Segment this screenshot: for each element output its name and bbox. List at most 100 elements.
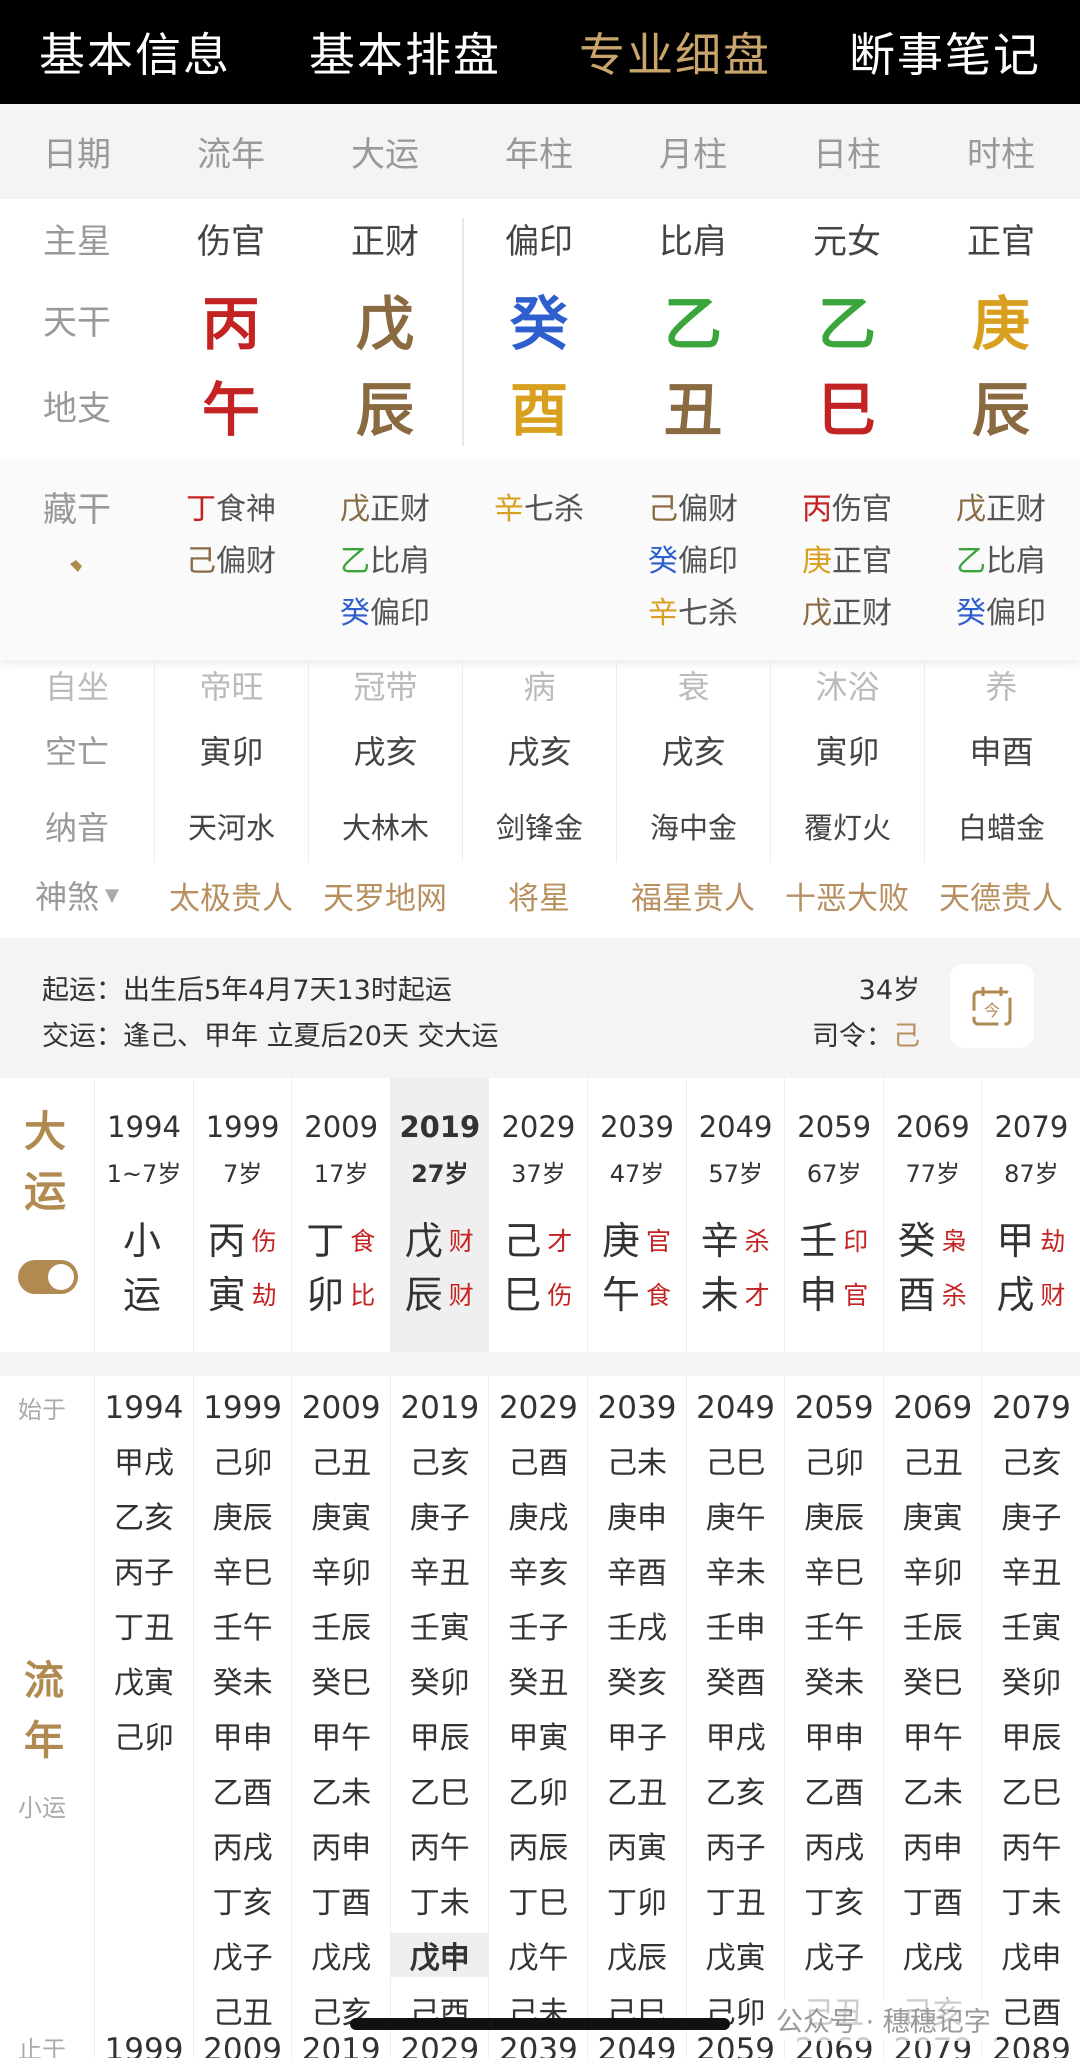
annual-ganzhi[interactable]: 乙巳 bbox=[982, 1768, 1080, 1812]
annual-ganzhi[interactable]: 壬寅 bbox=[982, 1603, 1080, 1647]
annual-ganzhi[interactable]: 己酉 bbox=[489, 1438, 587, 1482]
earthly-branch[interactable]: 辰 bbox=[924, 362, 1078, 448]
annual-ganzhi[interactable]: 乙卯 bbox=[489, 1768, 587, 1812]
annual-ganzhi[interactable]: 癸未 bbox=[785, 1658, 883, 1702]
tab-basic-info[interactable]: 基本信息 bbox=[0, 0, 270, 104]
annual-ganzhi[interactable]: 乙亥 bbox=[95, 1493, 193, 1537]
annual-ganzhi[interactable]: 庚辰 bbox=[194, 1493, 292, 1537]
annual-ganzhi[interactable]: 辛卯 bbox=[292, 1548, 390, 1592]
annual-ganzhi[interactable]: 丙子 bbox=[95, 1548, 193, 1592]
heavenly-stem[interactable]: 庚 bbox=[924, 276, 1078, 362]
tab-professional-chart[interactable]: 专业细盘 bbox=[540, 0, 810, 104]
annual-ganzhi[interactable]: 辛丑 bbox=[391, 1548, 489, 1592]
annual-ganzhi[interactable]: 丁巳 bbox=[489, 1878, 587, 1922]
earthly-branch[interactable]: 辰 bbox=[308, 362, 462, 448]
annual-ganzhi[interactable]: 己亥 bbox=[982, 1438, 1080, 1482]
shensha-value[interactable]: 太极贵人 bbox=[154, 862, 308, 928]
annual-ganzhi[interactable]: 乙亥 bbox=[687, 1768, 785, 1812]
shensha-toggle[interactable]: 神煞 ▼ bbox=[0, 862, 154, 928]
annual-ganzhi[interactable]: 辛丑 bbox=[982, 1548, 1080, 1592]
annual-ganzhi[interactable]: 乙酉 bbox=[785, 1768, 883, 1812]
annual-ganzhi[interactable]: 乙未 bbox=[292, 1768, 390, 1812]
annual-ganzhi[interactable]: 壬辰 bbox=[292, 1603, 390, 1647]
annual-ganzhi[interactable]: 壬子 bbox=[489, 1603, 587, 1647]
annual-ganzhi[interactable]: 戊午 bbox=[489, 1933, 587, 1977]
annual-ganzhi[interactable]: 壬申 bbox=[687, 1603, 785, 1647]
annual-ganzhi[interactable]: 庚寅 bbox=[292, 1493, 390, 1537]
annual-ganzhi[interactable]: 癸卯 bbox=[982, 1658, 1080, 1702]
earthly-branch[interactable]: 丑 bbox=[616, 362, 770, 448]
annual-ganzhi[interactable]: 丙申 bbox=[884, 1823, 982, 1867]
annual-ganzhi[interactable]: 丁丑 bbox=[687, 1878, 785, 1922]
annual-ganzhi[interactable]: 甲午 bbox=[292, 1713, 390, 1757]
annual-ganzhi[interactable]: 辛未 bbox=[687, 1548, 785, 1592]
heavenly-stem[interactable]: 戊 bbox=[308, 276, 462, 362]
tab-notes[interactable]: 断事笔记 bbox=[810, 0, 1080, 104]
annual-ganzhi[interactable]: 辛亥 bbox=[489, 1548, 587, 1592]
annual-ganzhi[interactable]: 戊申 bbox=[390, 1933, 489, 1977]
heavenly-stem[interactable]: 乙 bbox=[616, 276, 770, 362]
major-luck-column[interactable]: 2039 47岁庚午官食 bbox=[587, 1078, 685, 1352]
annual-ganzhi[interactable]: 己丑 bbox=[292, 1438, 390, 1482]
shensha-value[interactable]: 天德贵人 bbox=[924, 862, 1078, 928]
annual-ganzhi[interactable]: 壬寅 bbox=[391, 1603, 489, 1647]
annual-ganzhi[interactable]: 癸巳 bbox=[292, 1658, 390, 1702]
annual-ganzhi[interactable]: 甲申 bbox=[194, 1713, 292, 1757]
annual-ganzhi[interactable]: 戊子 bbox=[785, 1933, 883, 1977]
annual-ganzhi[interactable]: 丁酉 bbox=[884, 1878, 982, 1922]
shensha-value[interactable]: 天罗地网 bbox=[308, 862, 462, 928]
annual-ganzhi[interactable]: 戊辰 bbox=[588, 1933, 686, 1977]
annual-ganzhi[interactable]: 己巳 bbox=[687, 1438, 785, 1482]
major-luck-column[interactable]: 2019 27岁戊辰财财 bbox=[389, 1078, 488, 1352]
annual-ganzhi[interactable]: 丙戌 bbox=[194, 1823, 292, 1867]
major-luck-column[interactable]: 2009 17岁丁卯食比 bbox=[291, 1078, 389, 1352]
annual-ganzhi[interactable]: 丁丑 bbox=[95, 1603, 193, 1647]
annual-ganzhi[interactable]: 壬午 bbox=[785, 1603, 883, 1647]
annual-ganzhi[interactable]: 辛酉 bbox=[588, 1548, 686, 1592]
annual-ganzhi[interactable]: 丁亥 bbox=[194, 1878, 292, 1922]
annual-ganzhi[interactable]: 乙丑 bbox=[588, 1768, 686, 1812]
major-luck-column[interactable]: 2029 37岁己巳才伤 bbox=[488, 1078, 586, 1352]
shensha-value[interactable]: 十恶大败 bbox=[770, 862, 924, 928]
major-luck-column[interactable]: 2069 77岁癸酉枭杀 bbox=[882, 1078, 981, 1352]
heavenly-stem[interactable]: 癸 bbox=[462, 276, 616, 362]
annual-ganzhi[interactable]: 己卯 bbox=[785, 1438, 883, 1482]
earthly-branch[interactable]: 巳 bbox=[770, 362, 924, 448]
annual-ganzhi[interactable]: 癸丑 bbox=[489, 1658, 587, 1702]
annual-ganzhi[interactable]: 壬辰 bbox=[884, 1603, 982, 1647]
annual-ganzhi[interactable]: 壬戌 bbox=[588, 1603, 686, 1647]
annual-ganzhi[interactable]: 丙辰 bbox=[489, 1823, 587, 1867]
heavenly-stem[interactable]: 乙 bbox=[770, 276, 924, 362]
annual-ganzhi[interactable]: 戊申 bbox=[982, 1933, 1080, 1977]
annual-ganzhi[interactable]: 己酉 bbox=[982, 1988, 1080, 2032]
annual-ganzhi[interactable]: 乙酉 bbox=[194, 1768, 292, 1812]
annual-ganzhi[interactable]: 丙午 bbox=[982, 1823, 1080, 1867]
annual-ganzhi[interactable]: 丁未 bbox=[391, 1878, 489, 1922]
annual-ganzhi[interactable]: 戊戌 bbox=[292, 1933, 390, 1977]
major-luck-column[interactable]: 1994 1~7岁小运 bbox=[94, 1078, 192, 1352]
heavenly-stem[interactable]: 丙 bbox=[154, 276, 308, 362]
annual-ganzhi[interactable]: 甲辰 bbox=[982, 1713, 1080, 1757]
earthly-branch[interactable]: 酉 bbox=[462, 362, 616, 448]
annual-ganzhi[interactable]: 丙子 bbox=[687, 1823, 785, 1867]
annual-ganzhi[interactable]: 己丑 bbox=[194, 1988, 292, 2032]
annual-ganzhi[interactable]: 癸卯 bbox=[391, 1658, 489, 1702]
annual-ganzhi[interactable]: 甲戌 bbox=[687, 1713, 785, 1757]
annual-ganzhi[interactable]: 甲戌 bbox=[95, 1438, 193, 1482]
today-button[interactable]: 今 bbox=[950, 964, 1034, 1048]
annual-ganzhi[interactable]: 癸未 bbox=[194, 1658, 292, 1702]
annual-ganzhi[interactable]: 己亥 bbox=[391, 1438, 489, 1482]
annual-ganzhi[interactable]: 甲午 bbox=[884, 1713, 982, 1757]
annual-ganzhi[interactable]: 丙申 bbox=[292, 1823, 390, 1867]
pin-icon[interactable] bbox=[62, 552, 90, 587]
annual-ganzhi[interactable]: 壬午 bbox=[194, 1603, 292, 1647]
annual-ganzhi[interactable]: 庚子 bbox=[391, 1493, 489, 1537]
annual-ganzhi[interactable]: 戊寅 bbox=[687, 1933, 785, 1977]
annual-ganzhi[interactable]: 丙戌 bbox=[785, 1823, 883, 1867]
major-luck-column[interactable]: 2059 67岁壬申印官 bbox=[784, 1078, 882, 1352]
annual-ganzhi[interactable]: 辛巳 bbox=[194, 1548, 292, 1592]
major-luck-column[interactable]: 2049 57岁辛未杀才 bbox=[685, 1078, 784, 1352]
annual-ganzhi[interactable]: 癸亥 bbox=[588, 1658, 686, 1702]
annual-ganzhi[interactable]: 己丑 bbox=[884, 1438, 982, 1482]
annual-ganzhi[interactable]: 乙未 bbox=[884, 1768, 982, 1812]
